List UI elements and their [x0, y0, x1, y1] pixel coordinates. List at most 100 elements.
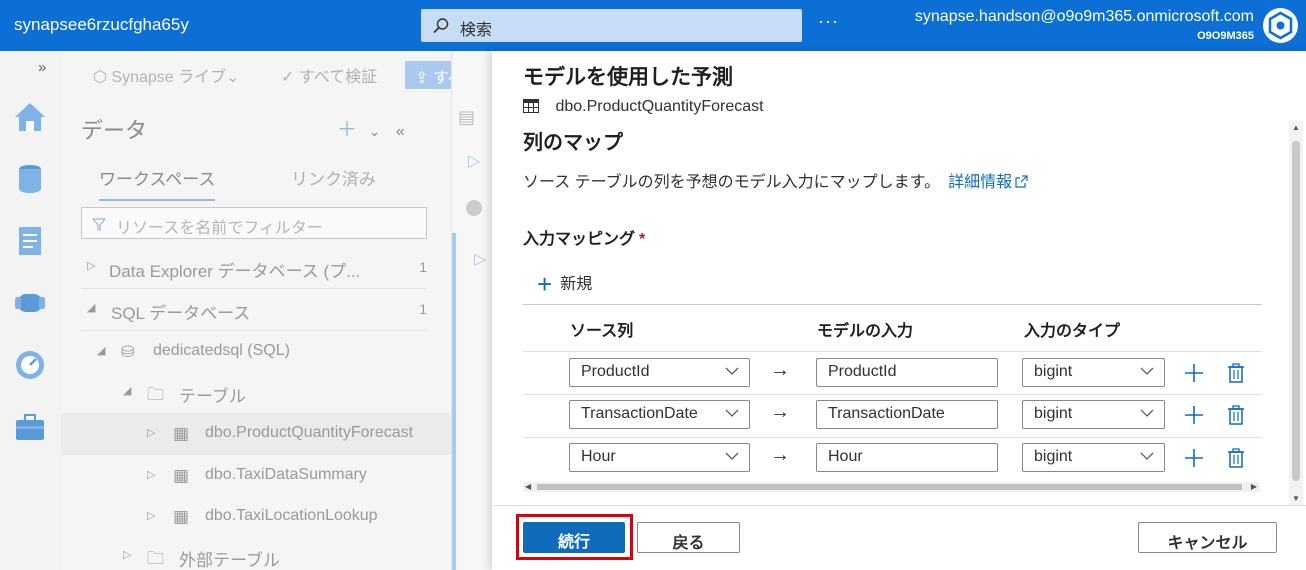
filter-input[interactable]: リソースを名前でフィルター: [81, 207, 427, 239]
chevron-down-icon: [1140, 409, 1154, 417]
tree-item-sql-databases[interactable]: ◢ SQL データベース 1: [61, 288, 451, 330]
mapping-arrow: →: [770, 359, 790, 381]
tree-item-label: dedicatedsql (SQL): [153, 342, 290, 359]
script-icon: ▤: [458, 107, 476, 127]
row-divider: [523, 437, 1262, 438]
continue-button[interactable]: 続行: [523, 522, 625, 553]
mapping-arrow: →: [770, 401, 790, 423]
vertical-scrollbar[interactable]: ▲ ▼: [1289, 121, 1303, 505]
cancel-button[interactable]: キャンセル: [1138, 522, 1277, 553]
input-type-dropdown[interactable]: bigint: [1022, 443, 1165, 472]
source-column-dropdown[interactable]: Hour: [569, 443, 750, 472]
table-icon: ▦: [173, 466, 190, 485]
data-pane-actions: ＋ ⌄ «: [337, 113, 405, 142]
scroll-thumb[interactable]: [537, 484, 1242, 490]
model-table-label: dbo.ProductQuantityForecast: [555, 98, 764, 115]
tree-item-external-tables[interactable]: ▷ 🗀 外部テーブル: [61, 535, 451, 570]
delete-icon[interactable]: [1227, 405, 1245, 425]
description-text: ソース テーブルの列を予想のモデル入力にマップします。: [523, 174, 941, 191]
manage-icon[interactable]: [12, 409, 48, 445]
tree-item-taxi-location-lookup[interactable]: ▷ ▦ dbo.TaxiLocationLookup: [61, 496, 451, 538]
new-mapping-button[interactable]: + 新規: [537, 269, 592, 300]
tree-item-label: テーブル: [179, 387, 246, 406]
data-pane: ⬡ Synapse ライブ⌄ ✓ すべて検証 ⇪ すべ データ ＋ ⌄ « ワー…: [61, 51, 475, 570]
model-input-field[interactable]: ProductId: [816, 358, 998, 387]
scroll-left-icon[interactable]: ◀: [525, 482, 531, 491]
table-icon: [523, 99, 539, 113]
data-icon[interactable]: [12, 161, 48, 197]
editor-strip: ▤ ▷ ▷: [451, 51, 492, 570]
collapse-all-icon[interactable]: ⌄: [369, 123, 381, 139]
tree-item-label: Data Explorer データベース (プ...: [109, 262, 361, 281]
input-type-dropdown[interactable]: bigint: [1022, 358, 1165, 387]
back-button[interactable]: 戻る: [637, 522, 740, 553]
run-icon[interactable]: ▷: [474, 249, 486, 269]
scroll-down-icon[interactable]: ▼: [1292, 494, 1300, 503]
chevron-down-icon: [1140, 367, 1154, 375]
predict-with-model-panel: モデルを使用した予測 dbo.ProductQuantityForecast 列…: [492, 51, 1306, 570]
delete-icon[interactable]: [1227, 448, 1245, 468]
avatar[interactable]: [1263, 8, 1298, 43]
collapse-icon: ◢: [123, 385, 132, 397]
external-link-icon: [1015, 175, 1028, 188]
source-column-dropdown[interactable]: TransactionDate: [569, 400, 750, 429]
tree-item-label: dbo.TaxiDataSummary: [205, 466, 367, 483]
folder-icon: 🗀: [147, 385, 164, 404]
section-description: ソース テーブルの列を予想のモデル入力にマップします。 詳細情報: [523, 168, 1028, 192]
tree-item-tables[interactable]: ◢ 🗀 テーブル: [61, 371, 451, 413]
chevron-down-icon: [725, 409, 739, 417]
monitor-icon[interactable]: [12, 347, 48, 383]
search-placeholder: 検索: [460, 22, 493, 39]
tree-item-dedicatedsql[interactable]: ◢ ⛁ dedicatedsql (SQL): [61, 331, 451, 373]
mapping-arrow: →: [770, 444, 790, 466]
tab-linked[interactable]: リンク済み: [291, 165, 376, 190]
home-icon[interactable]: [12, 99, 48, 135]
horizontal-scrollbar[interactable]: ◀ ▶: [523, 482, 1260, 492]
model-input-field[interactable]: TransactionDate: [816, 400, 998, 429]
scroll-up-icon[interactable]: ▲: [1292, 123, 1300, 132]
row-divider: [523, 351, 1262, 352]
expand-icon: ▷: [123, 549, 132, 561]
workspace-name[interactable]: synapsee6rzucfgha65y: [14, 15, 189, 35]
tenant-name: O9O9M365: [1197, 30, 1254, 42]
row-divider: [523, 394, 1262, 395]
chevron-down-icon: [725, 367, 739, 375]
learn-more-link[interactable]: 詳細情報: [948, 174, 1028, 191]
source-column-dropdown[interactable]: ProductId: [569, 358, 750, 387]
scroll-right-icon[interactable]: ▶: [1251, 482, 1257, 491]
table-icon: ▦: [173, 507, 190, 526]
left-rail: »: [0, 51, 61, 570]
model-input-field[interactable]: Hour: [816, 443, 998, 472]
tree-item-label: SQL データベース: [111, 304, 251, 323]
table-icon: ▦: [173, 424, 190, 443]
integrate-icon[interactable]: [12, 285, 48, 321]
expand-icon: ▷: [147, 469, 156, 481]
add-row-icon[interactable]: [1184, 448, 1204, 468]
add-row-icon[interactable]: [1184, 405, 1204, 425]
run-icon[interactable]: ▷: [468, 151, 480, 171]
input-mapping-label: 入力マッピング *: [523, 231, 646, 248]
delete-icon[interactable]: [1227, 363, 1245, 383]
scroll-thumb[interactable]: [1292, 141, 1300, 481]
develop-icon[interactable]: [12, 223, 48, 259]
collapse-icon: ◢: [97, 345, 106, 357]
expand-rail-icon[interactable]: »: [38, 59, 46, 76]
synapse-live-button[interactable]: ⬡ Synapse ライブ⌄: [93, 63, 240, 87]
tree-item-count: 1: [419, 259, 427, 275]
collapse-pane-icon[interactable]: «: [396, 123, 405, 140]
tree-item-product-quantity-forecast[interactable]: ▷ ▦ dbo.ProductQuantityForecast: [61, 413, 451, 455]
user-email[interactable]: synapse.handson@o9o9m365.onmicrosoft.com: [915, 8, 1254, 26]
add-row-icon[interactable]: [1184, 363, 1204, 383]
add-icon[interactable]: ＋: [337, 119, 357, 141]
tree-item-data-explorer[interactable]: ▷ Data Explorer データベース (プ... 1: [61, 246, 451, 288]
status-dot-icon: [466, 200, 482, 216]
tree-item-taxi-data-summary[interactable]: ▷ ▦ dbo.TaxiDataSummary: [61, 455, 451, 497]
search-box[interactable]: 検索: [421, 9, 802, 42]
more-icon[interactable]: ···: [818, 11, 839, 32]
tab-workspace[interactable]: ワークスペース: [99, 165, 216, 201]
filter-icon: [92, 218, 106, 231]
input-type-dropdown[interactable]: bigint: [1022, 400, 1165, 429]
data-pane-title: データ: [81, 118, 148, 143]
validate-all-button[interactable]: ✓ すべて検証: [281, 63, 377, 87]
tree-item-label: 外部テーブル: [179, 551, 280, 570]
